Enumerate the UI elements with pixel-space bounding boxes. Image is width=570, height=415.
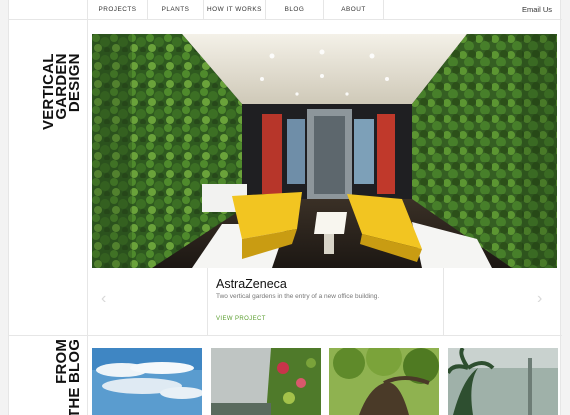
tree-canopy-image	[329, 348, 439, 415]
nav-how-it-works[interactable]: HOW IT WORKS	[203, 0, 265, 20]
project-description: Two vertical gardens in the entry of a n…	[216, 293, 380, 300]
nav-projects[interactable]: PROJECTS	[87, 0, 147, 20]
lobby-photo	[92, 34, 557, 268]
blog-thumbnail[interactable]	[92, 348, 202, 415]
green-wall-building-image	[211, 348, 321, 415]
blog-title-line-2: THE BLOG	[66, 338, 83, 415]
project-title: AstraZeneca	[216, 277, 287, 291]
nav-about[interactable]: ABOUT	[323, 0, 384, 20]
page: PROJECTS PLANTS HOW IT WORKS BLOG ABOUT …	[8, 0, 562, 415]
section-divider	[9, 335, 562, 336]
sky-clouds-image	[92, 348, 202, 415]
blog-thumbnail[interactable]	[329, 348, 439, 415]
prev-arrow-icon[interactable]: ‹	[101, 291, 106, 307]
hero-project-image[interactable]	[92, 34, 557, 268]
nav-plants[interactable]: PLANTS	[147, 0, 203, 20]
palm-forest-image	[448, 348, 558, 415]
top-nav: PROJECTS PLANTS HOW IT WORKS BLOG ABOUT …	[9, 0, 562, 20]
nav-blog[interactable]: BLOG	[265, 0, 323, 20]
email-us-link[interactable]: Email Us	[522, 0, 552, 20]
blog-thumbnail[interactable]	[448, 348, 558, 415]
view-project-link[interactable]: VIEW PROJECT	[216, 316, 266, 322]
side-column-divider	[87, 20, 88, 415]
blog-section-title: FROM THE BLOG	[53, 338, 83, 415]
caption-right-divider	[443, 268, 444, 335]
next-arrow-icon[interactable]: ›	[537, 291, 542, 307]
caption-left-divider	[207, 268, 208, 335]
blog-thumbnail[interactable]	[211, 348, 321, 415]
site-logo[interactable]: VERTICAL GARDEN DESIGN	[40, 53, 83, 130]
